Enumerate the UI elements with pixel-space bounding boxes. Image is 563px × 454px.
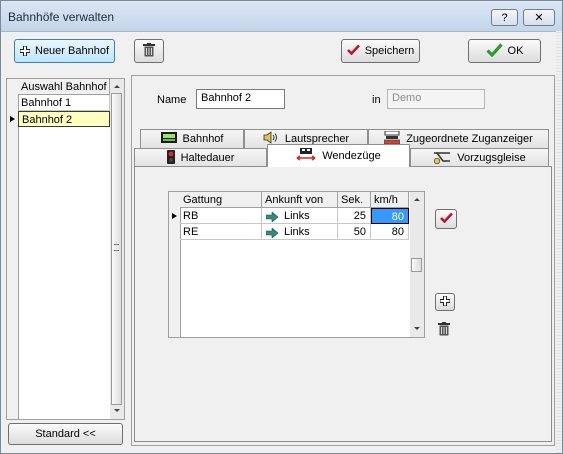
title-bar: Bahnhöfe verwalten ? ✕ xyxy=(1,1,562,32)
signal-icon xyxy=(166,149,175,167)
row-indicator-column xyxy=(7,79,19,419)
row-pointer-icon xyxy=(172,213,177,219)
apply-row-button[interactable] xyxy=(435,209,457,229)
ankunft-value: Links xyxy=(284,226,310,238)
checkmark-icon xyxy=(439,212,453,226)
station-list-header: Auswahl Bahnhof xyxy=(18,79,110,95)
delete-row-button[interactable] xyxy=(438,322,452,338)
main-window: Bahnhöfe verwalten ? ✕ Neuer Bahnhof Spe… xyxy=(0,0,563,454)
name-field[interactable]: Bahnhof 2 xyxy=(196,89,285,109)
table-cell-gattung[interactable]: RB xyxy=(180,208,262,224)
window-resize-edge xyxy=(556,31,562,453)
reversing-train-icon xyxy=(296,147,316,165)
column-header-kmh[interactable]: km/h xyxy=(371,192,409,208)
table-cell-sek[interactable]: 25 xyxy=(338,208,371,224)
station-list: Auswahl Bahnhof Bahnhof 1 Bahnhof 2 xyxy=(6,78,125,420)
table-cell-sek[interactable]: 50 xyxy=(338,224,371,240)
scroll-down-icon[interactable] xyxy=(414,327,420,330)
table-cell-gattung[interactable]: RE xyxy=(180,224,262,240)
window-title: Bahnhöfe verwalten xyxy=(8,10,115,24)
standard-toggle-button[interactable]: Standard << xyxy=(8,423,123,445)
table-cell-kmh[interactable]: 80 xyxy=(371,224,409,240)
tab-haltedauer[interactable]: Haltedauer xyxy=(134,148,267,167)
arrow-right-icon xyxy=(265,227,279,239)
tab-vorzugsgleise[interactable]: Vorzugsgleise xyxy=(410,148,549,167)
table-cell-ankunft[interactable]: Links xyxy=(262,208,338,224)
column-header-sek[interactable]: Sek. xyxy=(338,192,371,208)
close-button[interactable]: ✕ xyxy=(523,9,555,26)
plus-icon xyxy=(19,45,31,57)
tab-bahnhof-label: Bahnhof xyxy=(182,133,224,145)
table-scroll-thumb[interactable] xyxy=(411,258,422,272)
help-button[interactable]: ? xyxy=(491,9,518,26)
in-field: Demo xyxy=(387,89,485,109)
save-label: Speichern xyxy=(364,45,415,57)
save-button[interactable]: Speichern xyxy=(341,39,420,63)
row-pointer-icon xyxy=(10,116,15,122)
station-list-item-selected[interactable]: Bahnhof 2 xyxy=(18,111,110,127)
tab-content-wendezuege: Gattung Ankunft von Sek. km/h RB Links 2… xyxy=(134,166,552,442)
checkmark-icon xyxy=(346,44,360,58)
tab-vorzugsgleise-label: Vorzugsgleise xyxy=(457,152,526,164)
table-cell-kmh-selected[interactable]: 80 xyxy=(371,208,409,224)
ok-button[interactable]: OK xyxy=(468,39,541,63)
table-scrollbar[interactable] xyxy=(410,192,424,337)
tab-haltedauer-label: Haltedauer xyxy=(180,152,235,164)
trash-icon xyxy=(143,42,155,60)
new-station-label: Neuer Bahnhof xyxy=(35,45,109,57)
new-station-button[interactable]: Neuer Bahnhof xyxy=(14,39,115,63)
column-header-gattung[interactable]: Gattung xyxy=(180,192,262,208)
ankunft-value: Links xyxy=(284,210,310,222)
add-row-button[interactable] xyxy=(435,293,455,311)
ok-check-icon xyxy=(485,42,503,60)
scroll-down-icon[interactable] xyxy=(114,409,120,412)
station-list-scroll-thumb[interactable] xyxy=(111,93,122,405)
arrow-right-icon xyxy=(265,211,279,223)
station-list-scrollbar[interactable] xyxy=(110,79,124,419)
column-header-ankunft[interactable]: Ankunft von xyxy=(262,192,338,208)
delete-station-button[interactable] xyxy=(134,39,164,63)
tab-bahnhof[interactable]: Bahnhof xyxy=(140,129,244,148)
track-switch-icon xyxy=(433,150,451,167)
reversing-table: Gattung Ankunft von Sek. km/h RB Links 2… xyxy=(168,191,425,338)
plus-icon xyxy=(439,295,451,309)
tab-wendezuege-label: Wendezüge xyxy=(322,150,381,162)
station-icon xyxy=(160,132,177,146)
trash-icon xyxy=(438,322,450,339)
table-cell-ankunft[interactable]: Links xyxy=(262,224,338,240)
tab-zuganzeiger-label: Zugeordnete Zuganzeiger xyxy=(406,133,533,145)
in-label: in xyxy=(372,94,381,106)
scroll-up-icon[interactable] xyxy=(114,85,120,88)
detail-panel: Name Bahnhof 2 in Demo Bahnhof Lautsprec… xyxy=(131,75,555,446)
name-label: Name xyxy=(157,94,187,106)
station-list-item[interactable]: Bahnhof 1 xyxy=(18,95,110,111)
ok-label: OK xyxy=(507,45,524,57)
tab-wendezuege[interactable]: Wendezüge xyxy=(267,144,410,167)
scroll-up-icon[interactable] xyxy=(414,198,420,201)
